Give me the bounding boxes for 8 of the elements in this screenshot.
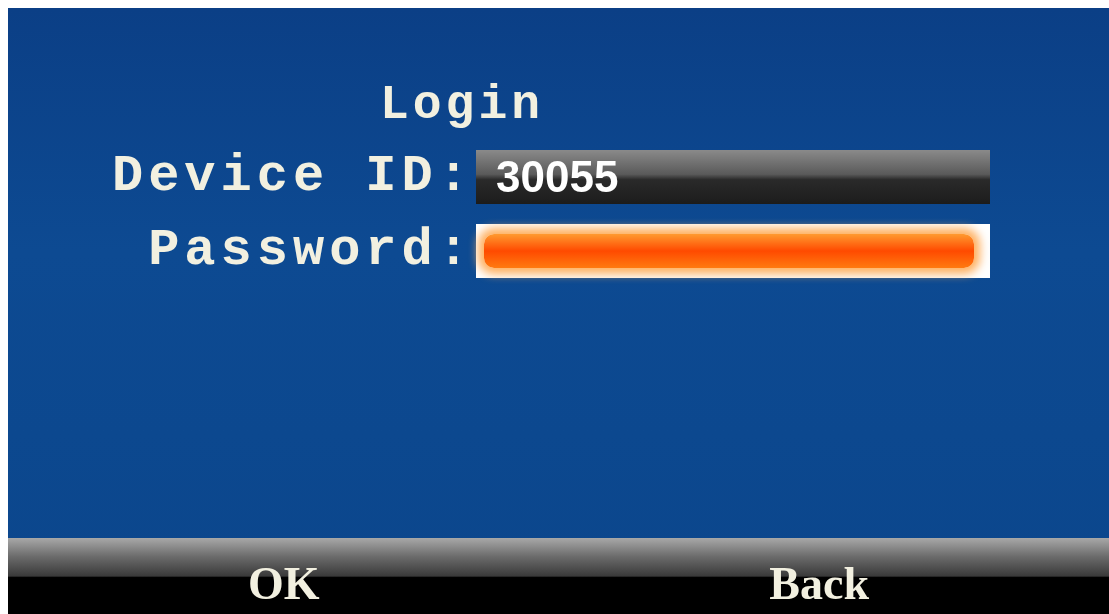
field-label: Password:: [148, 224, 474, 278]
field-value: 30055: [496, 152, 619, 202]
softkey-button[interactable]: Back: [769, 554, 869, 614]
field-label: Device ID:: [111, 150, 474, 204]
login-title: Login: [380, 78, 545, 132]
input-field[interactable]: 30055: [476, 150, 990, 204]
softkey-button[interactable]: OK: [248, 554, 320, 614]
input-field[interactable]: [476, 224, 990, 278]
